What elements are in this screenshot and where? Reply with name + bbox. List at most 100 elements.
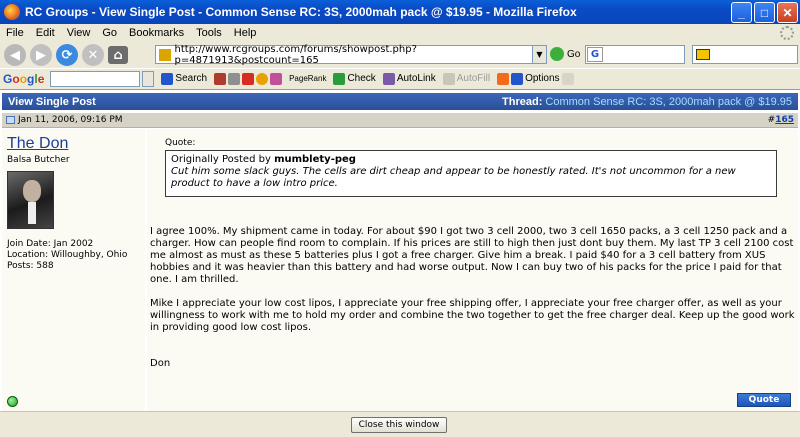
thread-title-link[interactable]: Common Sense RC: 3S, 2000mah pack @ $19.… [545,96,792,108]
options-icon [511,72,524,85]
quote-prefix: Originally Posted by [171,154,271,165]
quote-label: Quote: [165,138,196,148]
pagerank-label: PageRank [289,74,327,83]
quote-attribution: Originally Posted by mumblety-peg [171,154,771,166]
picasa-icon [256,72,269,85]
post-message: I agree 100%. My shipment came in today.… [150,226,795,382]
highlighter-icon [561,72,574,85]
options-label: Options [525,73,560,84]
close-button[interactable]: ✕ [777,2,798,23]
url-dropdown-button[interactable]: ▼ [532,46,546,63]
pagerank-indicator[interactable]: PageRank [289,74,326,83]
logo-letter: o [12,71,20,86]
page-content: View Single Post Thread: Common Sense RC… [0,89,800,437]
google-search-button[interactable]: Search [161,72,208,85]
avatar[interactable] [7,171,54,229]
message-paragraph: Mike I appreciate your low cost lipos, I… [150,298,795,333]
navigation-toolbar: ◀ ▶ ⟳ ✕ ⌂ http://www.rcgroups.com/forums… [0,42,800,68]
minimize-button[interactable]: _ [731,2,752,23]
firefox-icon [4,4,20,20]
menu-bar: File Edit View Go Bookmarks Tools Help [0,24,800,42]
page-title: View Single Post [8,95,96,108]
url-text: http://www.rcgroups.com/forums/showpost.… [174,43,417,66]
blogger-icon [497,72,510,85]
site-favicon-icon [159,48,171,61]
message-signature: Don [150,358,171,369]
google-search-dropdown[interactable] [142,70,155,87]
autofill-label: AutoFill [456,73,491,84]
menu-help[interactable]: Help [228,27,263,39]
online-status-icon [7,396,18,407]
options-button[interactable]: Options [497,72,574,85]
user-info-panel: The Don Balsa Butcher Join Date: Jan 200… [2,129,145,411]
autofill-icon [442,72,455,85]
spell-check-icon [333,72,346,85]
autofill-button[interactable]: AutoFill [442,72,491,85]
menu-go[interactable]: Go [96,27,123,39]
reload-button[interactable]: ⟳ [56,44,78,66]
extension-search-field[interactable] [692,45,798,64]
spell-check-button[interactable]: Check [333,72,376,85]
quote-text: Cut him some slack guys. The cells are d… [171,166,736,189]
close-window-button[interactable]: Close this window [351,417,447,433]
google-search-icon: G [587,47,603,62]
search-engine-field[interactable]: G [585,45,685,64]
stop-button[interactable]: ✕ [82,44,104,66]
toolbar-tools[interactable] [214,72,283,85]
post-header: Jan 11, 2006, 09:16 PM #165 [2,113,798,128]
user-title: Balsa Butcher [7,155,70,165]
search-label: Search [175,73,208,84]
menu-view[interactable]: View [61,27,97,39]
autolink-button[interactable]: AutoLink [382,72,436,85]
autolink-icon [382,72,395,85]
post-icon [6,116,15,124]
back-button[interactable]: ◀ [4,44,26,66]
check-label: Check [347,73,376,84]
quote-box: Originally Posted by mumblety-peg Cut hi… [165,150,777,197]
logo-letter: e [37,71,45,86]
location: Location: Willoughby, Ohio [7,250,128,260]
quote-button[interactable]: Quote [737,393,791,407]
url-field[interactable]: http://www.rcgroups.com/forums/showpost.… [155,43,547,66]
google-g-icon [161,72,174,85]
window-title: RC Groups - View Single Post - Common Se… [25,5,577,19]
message-paragraph: I agree 100%. My shipment came in today.… [150,226,794,285]
menu-tools[interactable]: Tools [190,27,228,39]
throbber-icon [780,26,794,40]
gmail-icon [242,72,255,85]
post-number-link[interactable]: 165 [775,115,794,125]
maximize-button[interactable]: □ [754,2,775,23]
go-button[interactable]: Go [550,47,580,61]
menu-edit[interactable]: Edit [30,27,61,39]
thread-label: Thread: [502,95,543,108]
home-button[interactable]: ⌂ [108,46,128,64]
google-logo[interactable]: Google [3,72,44,86]
google-toolbar: Google Search PageRank Check AutoLink Au… [0,68,800,88]
post-count: Posts: 588 [7,261,54,271]
logo-letter: G [3,71,13,86]
go-label: Go [567,48,581,60]
post-date: Jan 11, 2006, 09:16 PM [18,115,123,125]
footer: Close this window [0,411,800,437]
post-number: #165 [768,115,794,125]
avatar-shirt [28,202,36,224]
page-header: View Single Post Thread: Common Sense RC… [2,93,798,110]
google-search-input[interactable] [50,70,141,87]
autolink-label: AutoLink [396,73,436,84]
logo-letter: o [19,71,28,86]
join-date: Join Date: Jan 2002 [7,239,94,249]
forward-button[interactable]: ▶ [30,44,52,66]
user-details: Join Date: Jan 2002 Location: Willoughby… [7,239,127,272]
post-body: Quote: Originally Posted by mumblety-peg… [147,129,798,411]
extension-icon [696,49,710,60]
go-arrow-icon [550,47,564,61]
quote-author: mumblety-peg [274,154,356,165]
username-link[interactable]: The Don [7,135,68,153]
avatar-face [23,180,41,202]
news-icon [270,72,283,85]
title-bar: RC Groups - View Single Post - Common Se… [0,0,800,24]
menu-file[interactable]: File [0,27,30,39]
settings-icon [228,72,241,85]
popup-blocker-icon [214,72,227,85]
menu-bookmarks[interactable]: Bookmarks [123,27,190,39]
